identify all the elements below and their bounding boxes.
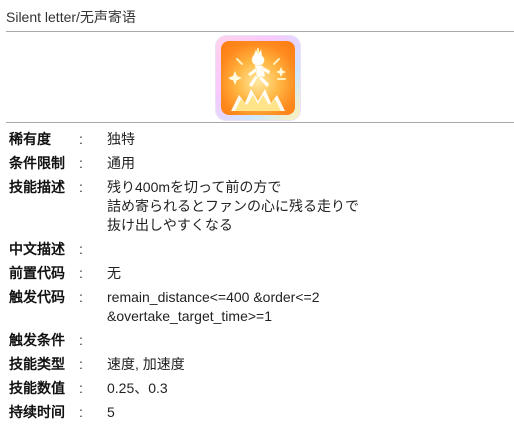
colon: : xyxy=(79,241,83,257)
trigger-code-label: 触发代码 xyxy=(9,289,65,305)
condition-limit-value: 通用 xyxy=(107,155,135,171)
row-trigger-condition: 触发条件 : xyxy=(9,331,514,350)
skill-values-label: 技能数值 xyxy=(9,380,65,396)
colon: : xyxy=(79,332,83,348)
skill-icon-frame xyxy=(216,36,300,120)
colon: : xyxy=(79,265,83,281)
header-divider xyxy=(6,122,514,123)
description-value: 残り400mを切って前の方で 詰め寄られるとファンの心に残る走りで 抜け出しやす… xyxy=(107,179,359,233)
page-title: Silent letter/无声寄语 xyxy=(6,9,136,25)
duration-label: 持续时间 xyxy=(9,404,65,420)
rarity-value: 独特 xyxy=(107,131,135,147)
trigger-code-value: remain_distance<=400 &order<=2 &overtake… xyxy=(107,289,320,324)
row-skill-values: 技能数值 : 0.25、0.3 xyxy=(9,379,514,398)
skill-info-table: 稀有度 : 独特 条件限制 : 通用 技能描述 : 残り400mを切って前の方で… xyxy=(9,128,514,422)
row-description: 技能描述 : 残り400mを切って前の方で 詰め寄られるとファンの心に残る走りで… xyxy=(9,178,514,235)
row-prereq-code: 前置代码 : 无 xyxy=(9,264,514,283)
prereq-code-label: 前置代码 xyxy=(9,265,65,281)
skill-type-value: 速度, 加速度 xyxy=(107,356,185,372)
colon: : xyxy=(79,356,83,372)
sprinting-figure-icon xyxy=(221,41,295,115)
duration-value: 5 xyxy=(107,404,115,420)
description-label: 技能描述 xyxy=(9,179,65,195)
colon: : xyxy=(79,131,83,147)
colon: : xyxy=(79,155,83,171)
trigger-condition-label: 触发条件 xyxy=(9,332,65,348)
condition-limit-label: 条件限制 xyxy=(9,155,65,171)
row-trigger-code: 触发代码 : remain_distance<=400 &order<=2 &o… xyxy=(9,288,514,326)
row-condition-limit: 条件限制 : 通用 xyxy=(9,154,514,173)
colon: : xyxy=(79,380,83,396)
colon: : xyxy=(79,404,83,420)
title-divider xyxy=(6,31,514,32)
row-chinese-description: 中文描述 : xyxy=(9,240,514,259)
rarity-label: 稀有度 xyxy=(9,131,51,147)
row-duration: 持续时间 : 5 xyxy=(9,403,514,422)
row-skill-type: 技能类型 : 速度, 加速度 xyxy=(9,355,514,374)
colon: : xyxy=(79,289,83,305)
colon: : xyxy=(79,179,83,195)
row-rarity: 稀有度 : 独特 xyxy=(9,130,514,149)
skill-values-value: 0.25、0.3 xyxy=(107,380,168,396)
skill-type-label: 技能类型 xyxy=(9,356,65,372)
chinese-desc-label: 中文描述 xyxy=(9,241,65,257)
prereq-code-value: 无 xyxy=(107,265,121,281)
